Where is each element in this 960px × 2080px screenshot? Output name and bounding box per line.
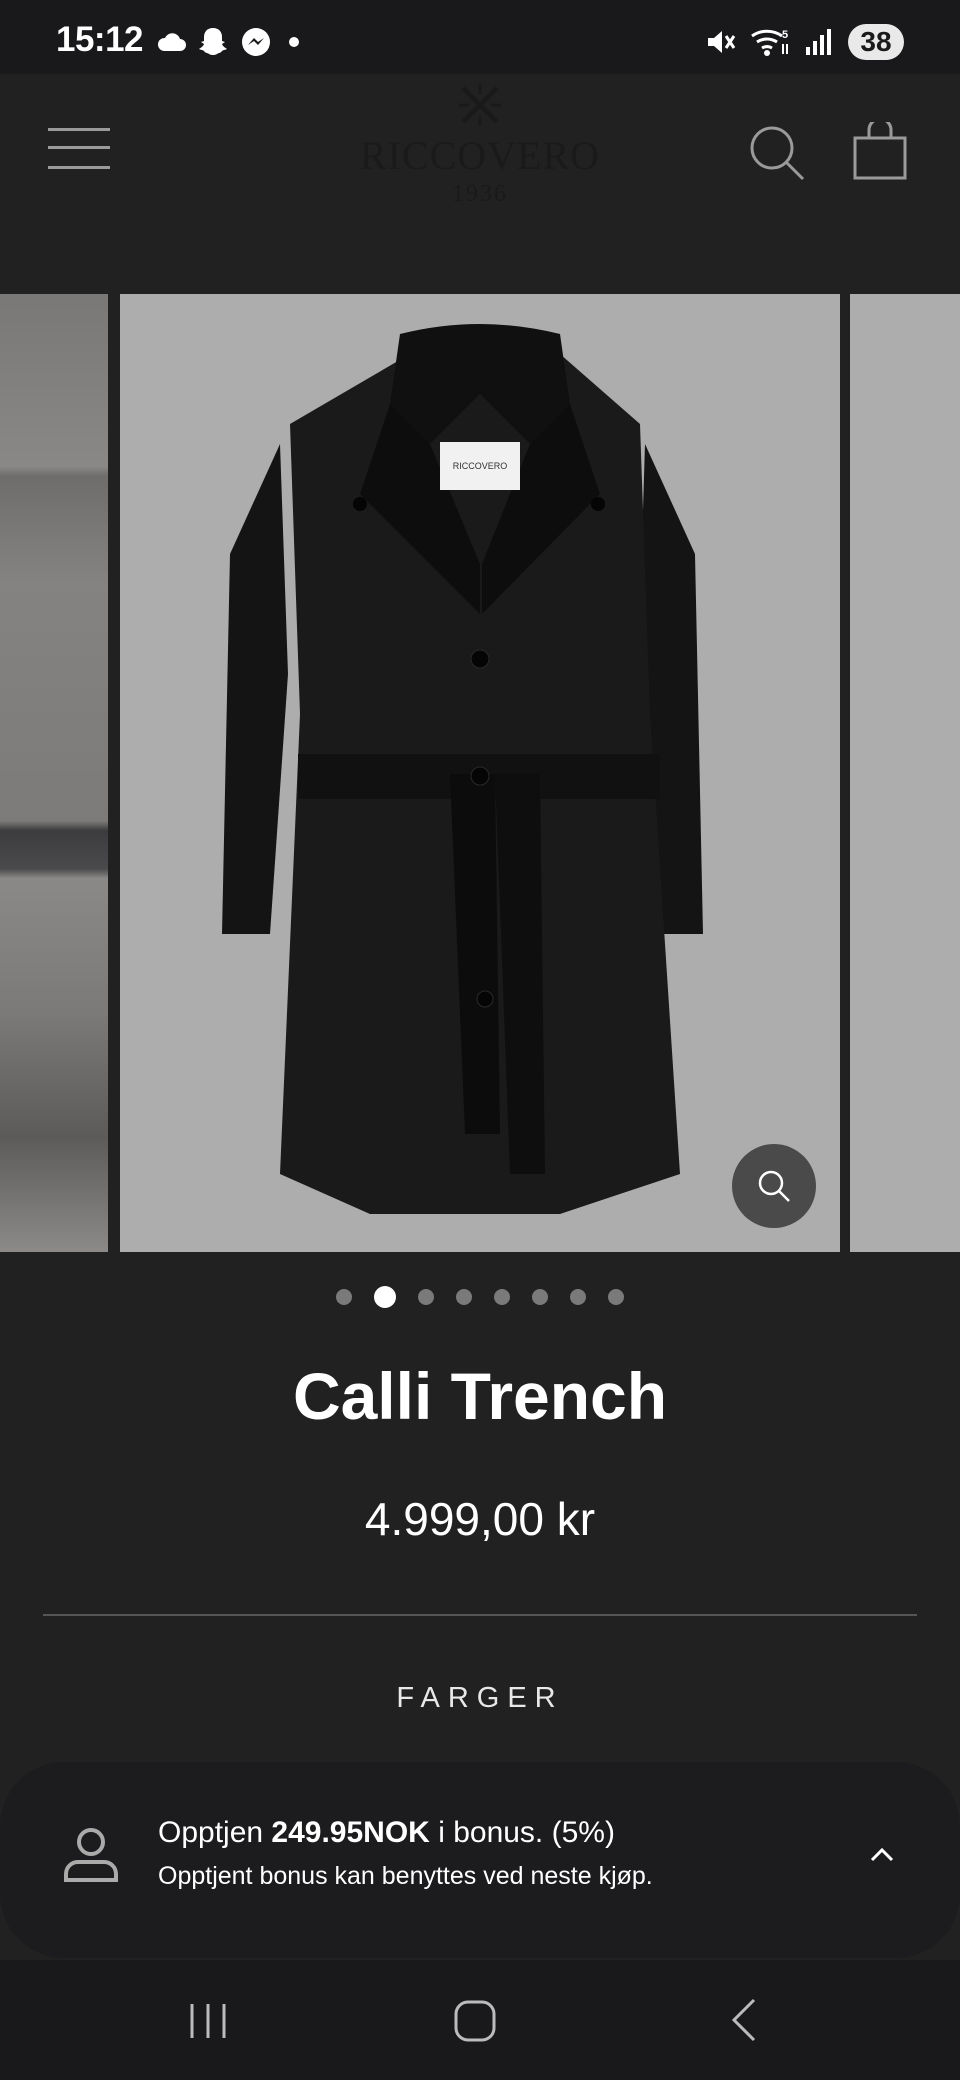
status-time: 15:12 (56, 20, 144, 59)
gallery-dot[interactable] (418, 1289, 434, 1305)
wifi-icon: 5 (751, 29, 788, 56)
recent-apps-icon (190, 2004, 226, 2038)
back-button[interactable] (716, 1990, 776, 2050)
snapchat-icon (199, 28, 227, 55)
search-icon (750, 126, 805, 181)
system-nav-bar (0, 1960, 960, 2080)
chevron-up-icon (870, 1847, 894, 1862)
bonus-amount: 249.95NOK (271, 1816, 430, 1849)
back-icon (731, 1998, 756, 2042)
bonus-expand-button[interactable] (862, 1834, 902, 1874)
cart-button[interactable] (852, 117, 908, 180)
brand-year: 1936 (452, 181, 508, 207)
gallery-slide-previous[interactable] (0, 294, 108, 1252)
product-price: 4.999,00 kr (364, 1493, 596, 1545)
svg-text:5: 5 (782, 29, 788, 41)
zoom-icon (758, 1170, 790, 1202)
status-icons-left (156, 22, 304, 62)
gallery-slide-current[interactable]: RICCOVERO (120, 294, 840, 1252)
site-header: RICCOVERO 1936 (0, 74, 960, 294)
recent-apps-button[interactable] (178, 1990, 238, 2050)
bonus-panel[interactable]: Opptjen 249.95NOK i bonus. (5%) Opptjent… (0, 1762, 960, 1958)
brand-logo[interactable]: RICCOVERO 1936 (330, 80, 630, 208)
battery-icon: 38 (848, 24, 904, 60)
home-icon (454, 2000, 496, 2042)
cart-icon (853, 117, 907, 180)
bonus-subtext: Opptjent bonus kan benyttes ved neste kj… (158, 1862, 653, 1890)
gallery-slide-next[interactable] (850, 294, 960, 1252)
notification-dot-icon (289, 37, 299, 47)
gallery-dot[interactable] (336, 1289, 352, 1305)
messenger-icon (242, 28, 270, 56)
home-button[interactable] (446, 1990, 506, 2050)
colors-label: FARGER (396, 1682, 564, 1714)
zoom-button[interactable] (732, 1144, 816, 1228)
search-button[interactable] (748, 124, 806, 182)
product-title: Calli Trench (292, 1359, 668, 1433)
divider (43, 1614, 917, 1616)
product-gallery[interactable]: RICCOVERO (0, 294, 960, 1252)
brand-name: RICCOVERO (359, 133, 601, 178)
status-bar: 15:12 5 38 (0, 0, 960, 74)
bonus-earn-text: Opptjen 249.95NOK i bonus. (5%) (158, 1816, 615, 1849)
signal-icon (806, 29, 831, 55)
gallery-dot[interactable] (456, 1289, 472, 1305)
gallery-dot[interactable] (532, 1289, 548, 1305)
logo-mark-icon (459, 84, 501, 126)
product-image: RICCOVERO (222, 324, 703, 1214)
gallery-dot[interactable] (608, 1289, 624, 1305)
gallery-dot[interactable] (570, 1289, 586, 1305)
gallery-pagination (0, 1282, 960, 1312)
menu-button[interactable] (48, 124, 110, 172)
svg-text:RICCOVERO: RICCOVERO (453, 461, 508, 471)
user-icon (64, 1828, 118, 1882)
mute-icon (708, 31, 736, 53)
gallery-dot-active[interactable] (374, 1286, 396, 1308)
cloud-icon (157, 33, 186, 51)
gallery-dot[interactable] (494, 1289, 510, 1305)
menu-icon (48, 128, 110, 131)
status-icons-right: 5 38 (704, 22, 904, 62)
